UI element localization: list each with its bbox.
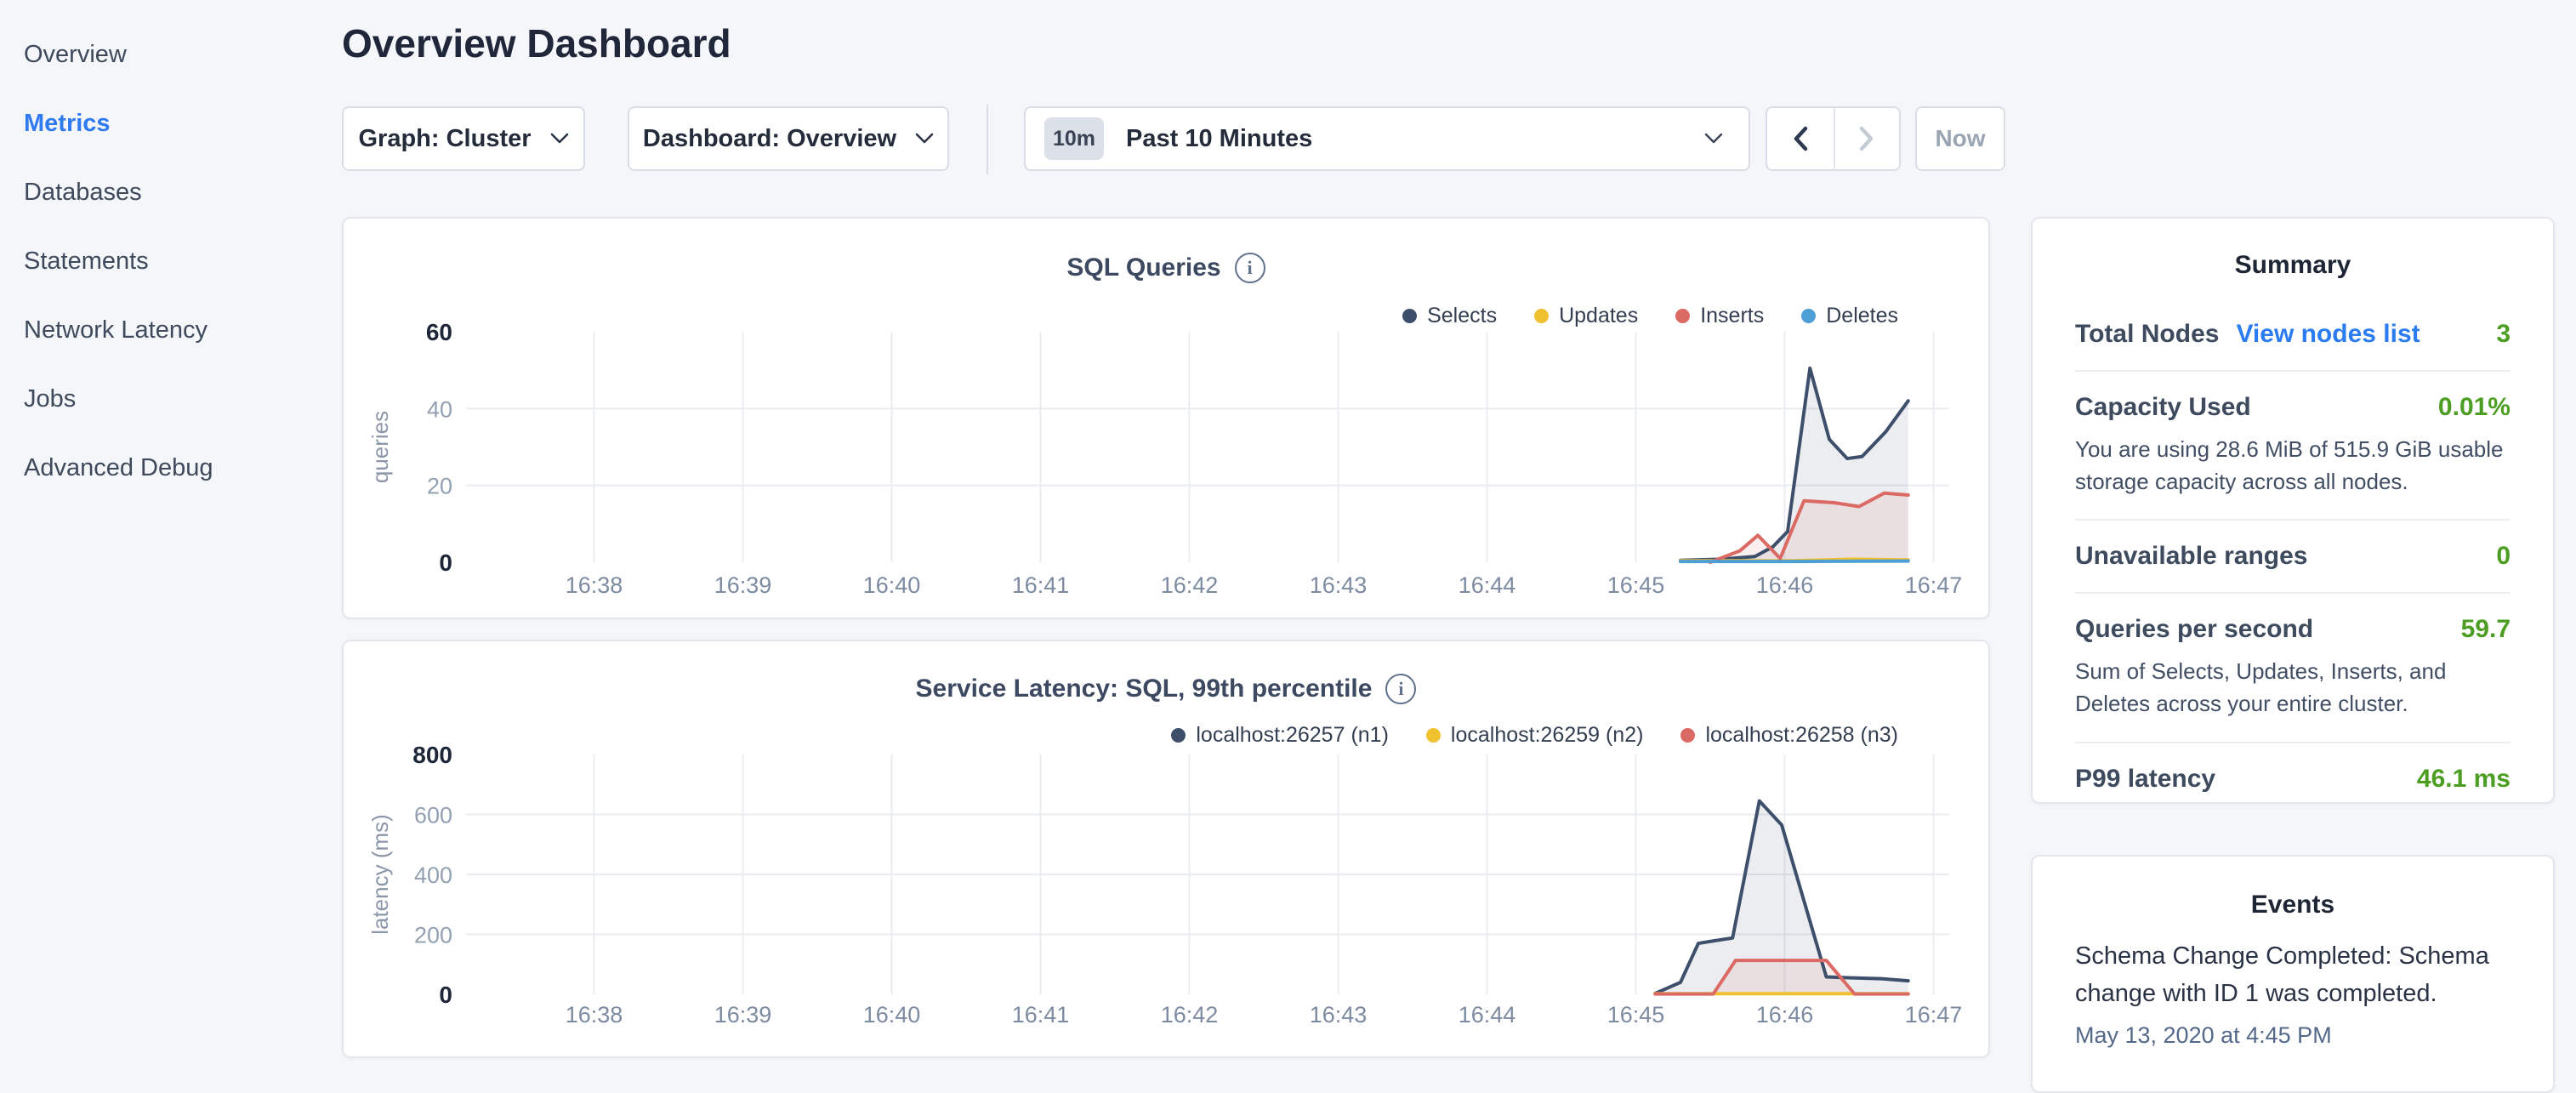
summary-row-unavailable-ranges: Unavailable ranges 0 — [2075, 521, 2511, 594]
svg-text:16:39: 16:39 — [714, 1002, 772, 1028]
dashboard-dropdown[interactable]: Dashboard: Overview — [628, 106, 949, 171]
svg-text:16:45: 16:45 — [1607, 1002, 1665, 1028]
prev-time-button[interactable] — [1767, 108, 1834, 169]
summary-panel: Summary Total Nodes View nodes list 3 Capac… — [2031, 217, 2555, 804]
dashboard-dropdown-label: Dashboard: Overview — [643, 125, 896, 153]
svg-text:16:44: 16:44 — [1459, 1002, 1516, 1028]
sidebar-item-databases[interactable]: Databases — [24, 158, 342, 227]
sql-queries-chart-card: SQL Queries i SelectsUpdatesInsertsDelet… — [342, 217, 1990, 619]
sql-queries-plot[interactable]: 16:38 16:39 16:40 16:41 16:42 16:43 16:44 16:45… — [344, 219, 1988, 618]
events-panel: Events Schema Change Completed: Schema c… — [2031, 855, 2555, 1093]
sidebar-item-overview[interactable]: Overview — [24, 20, 342, 89]
svg-text:16:44: 16:44 — [1459, 572, 1516, 598]
svg-text:200: 200 — [414, 923, 452, 948]
svg-text:16:46: 16:46 — [1756, 1002, 1814, 1028]
summary-row-value: 0 — [2496, 542, 2511, 571]
summary-row-value: 0.01% — [2438, 393, 2511, 422]
summary-row-label: Total Nodes — [2075, 320, 2219, 349]
svg-text:16:41: 16:41 — [1012, 572, 1070, 598]
toolbar-divider — [987, 105, 988, 174]
service-latency-sql-99th-percentile-plot[interactable]: 16:38 16:39 16:40 16:41 16:42 16:43 16:44 16:45… — [344, 641, 1988, 1056]
time-nav-group — [1766, 106, 1901, 171]
next-time-button[interactable] — [1834, 108, 1900, 169]
svg-text:400: 400 — [414, 862, 452, 888]
summary-row-description: You are using 28.6 MiB of 515.9 GiB usab… — [2075, 434, 2511, 498]
sidebar-item-jobs[interactable]: Jobs — [24, 365, 342, 434]
svg-text:queries: queries — [367, 411, 393, 483]
events-title: Events — [2075, 891, 2511, 919]
sidebar: OverviewMetricsDatabasesStatementsNetwor… — [0, 0, 342, 1051]
svg-text:16:39: 16:39 — [714, 572, 772, 598]
event-timestamp: May 13, 2020 at 4:45 PM — [2075, 1022, 2511, 1049]
chevron-left-icon — [1792, 125, 1809, 152]
svg-text:16:40: 16:40 — [863, 1002, 921, 1028]
time-range-label: Past 10 Minutes — [1126, 125, 1312, 153]
chevron-down-icon — [915, 133, 934, 145]
svg-text:800: 800 — [412, 742, 452, 768]
chevron-down-icon — [1704, 133, 1723, 145]
summary-row-label: Unavailable ranges — [2075, 542, 2307, 571]
event-text: Schema Change Completed: Schema change w… — [2075, 938, 2511, 1012]
svg-text:16:45: 16:45 — [1607, 572, 1665, 598]
sidebar-item-network-latency[interactable]: Network Latency — [24, 296, 342, 365]
chevron-right-icon — [1858, 125, 1875, 152]
svg-text:16:42: 16:42 — [1161, 572, 1219, 598]
summary-row-capacity-used: Capacity Used 0.01% You are using 28.6 MiB… — [2075, 372, 2511, 521]
svg-text:16:42: 16:42 — [1161, 1002, 1219, 1028]
service-latency-chart-card: Service Latency: SQL, 99th percentile i … — [342, 640, 1990, 1058]
sidebar-item-metrics[interactable]: Metrics — [24, 89, 342, 158]
graph-dropdown[interactable]: Graph: Cluster — [342, 106, 585, 171]
page-title: Overview Dashboard — [342, 20, 731, 66]
svg-text:16:38: 16:38 — [566, 1002, 623, 1028]
summary-row-queries-per-second: Queries per second 59.7 Sum of Selects, Up… — [2075, 594, 2511, 743]
svg-text:latency (ms): latency (ms) — [367, 814, 393, 935]
svg-text:600: 600 — [414, 803, 452, 828]
summary-row-value: 59.7 — [2461, 615, 2511, 644]
svg-text:16:47: 16:47 — [1905, 1002, 1963, 1028]
summary-row-label: P99 latency — [2075, 765, 2215, 794]
svg-text:0: 0 — [439, 549, 452, 576]
chevron-down-icon — [550, 133, 569, 145]
view-nodes-list-link[interactable]: View nodes list — [2236, 320, 2420, 349]
svg-text:16:40: 16:40 — [863, 572, 921, 598]
svg-text:16:47: 16:47 — [1905, 572, 1963, 598]
summary-title: Summary — [2075, 251, 2511, 280]
svg-text:16:46: 16:46 — [1756, 572, 1814, 598]
time-range-picker[interactable]: 10m Past 10 Minutes — [1024, 106, 1750, 171]
graph-dropdown-label: Graph: Cluster — [358, 125, 531, 153]
summary-row-label: Capacity Used — [2075, 393, 2251, 422]
summary-row-description: Sum of Selects, Updates, Inserts, and De… — [2075, 656, 2511, 720]
summary-row-p99-latency: P99 latency 46.1 ms — [2075, 743, 2511, 804]
summary-row-value: 3 — [2496, 320, 2511, 349]
svg-text:40: 40 — [427, 396, 452, 422]
summary-row-total-nodes: Total Nodes View nodes list 3 — [2075, 299, 2511, 372]
event-item[interactable]: Schema Change Completed: Schema change w… — [2075, 938, 2511, 1049]
svg-text:16:38: 16:38 — [566, 572, 623, 598]
summary-row-label: Queries per second — [2075, 615, 2313, 644]
svg-text:16:43: 16:43 — [1310, 572, 1368, 598]
sidebar-item-statements[interactable]: Statements — [24, 227, 342, 296]
svg-text:60: 60 — [426, 319, 452, 345]
now-button[interactable]: Now — [1915, 106, 2005, 171]
svg-text:16:43: 16:43 — [1310, 1002, 1368, 1028]
time-range-badge: 10m — [1044, 117, 1104, 160]
svg-text:20: 20 — [427, 474, 452, 499]
svg-text:0: 0 — [439, 982, 452, 1008]
svg-text:16:41: 16:41 — [1012, 1002, 1070, 1028]
summary-row-value: 46.1 ms — [2417, 765, 2511, 794]
sidebar-item-advanced-debug[interactable]: Advanced Debug — [24, 434, 342, 503]
